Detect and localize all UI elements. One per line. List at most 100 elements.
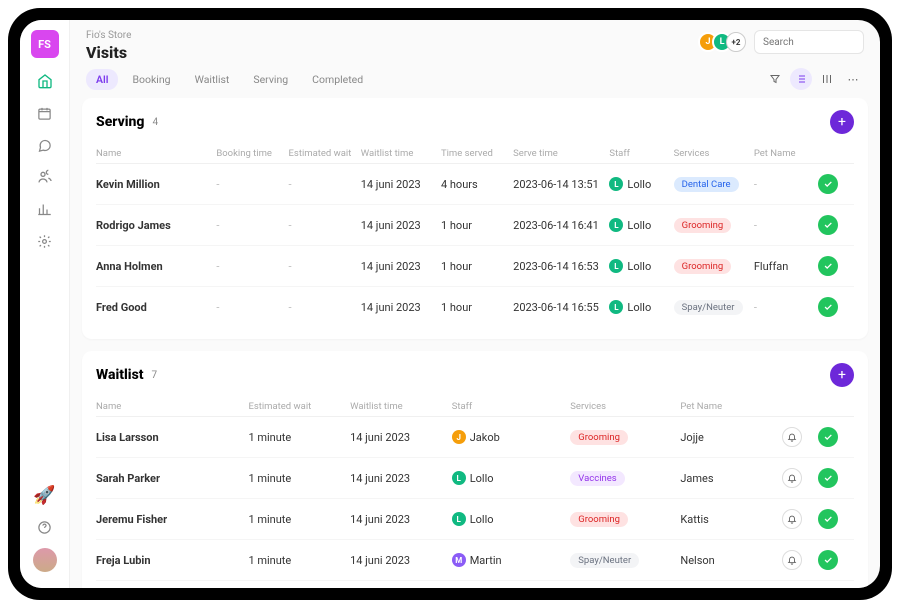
search-input[interactable]: [754, 30, 864, 54]
table-row[interactable]: Fred Good--14 juni 20231 hour2023-06-14 …: [96, 287, 854, 327]
staff-chip: JJakob: [452, 430, 571, 444]
confirm-button[interactable]: [818, 427, 838, 447]
serving-count: 4: [152, 117, 158, 128]
service-tag: Grooming: [674, 218, 732, 233]
cell: -: [289, 260, 361, 273]
notify-button[interactable]: [782, 509, 802, 529]
settings-icon[interactable]: [36, 232, 54, 250]
table-row[interactable]: Lisa Larsson1 minute14 juni 2023JJakobGr…: [96, 417, 854, 458]
table-row[interactable]: Sarah Parker1 minute14 juni 2023LLolloVa…: [96, 458, 854, 499]
cell: -: [754, 219, 818, 232]
cell: 2023-06-14 16:55: [513, 301, 609, 314]
cell: 14 juni 2023: [350, 513, 452, 526]
cell: Nelson: [680, 554, 782, 567]
notify-button[interactable]: [782, 427, 802, 447]
service-tag: Grooming: [674, 259, 732, 274]
rocket-icon[interactable]: 🚀: [33, 485, 55, 506]
notify-button[interactable]: [782, 550, 802, 570]
confirm-button[interactable]: [818, 509, 838, 529]
tab-booking[interactable]: Booking: [122, 69, 180, 90]
column-header: Time served: [441, 148, 513, 159]
column-header: Estimated wait: [289, 148, 361, 159]
cell: -: [289, 178, 361, 191]
store-logo[interactable]: FS: [31, 30, 59, 58]
filter-icon[interactable]: [764, 68, 786, 90]
staff-chip: MMartin: [452, 553, 571, 567]
cell: Lisa Larsson: [96, 431, 248, 444]
cell: 14 juni 2023: [361, 219, 441, 232]
staff-chip: LLollo: [609, 177, 673, 191]
column-header: Waitlist time: [350, 401, 452, 412]
table-row[interactable]: Anna Holmen--14 juni 20231 hour2023-06-1…: [96, 246, 854, 287]
cell: -: [289, 219, 361, 232]
column-header: [782, 401, 818, 412]
confirm-button[interactable]: [818, 174, 838, 194]
service-tag: Spay/Neuter: [570, 553, 639, 568]
column-header: Pet Name: [680, 401, 782, 412]
table-row[interactable]: Millton Sand1 minute14 juni 2023MMartinG…: [96, 581, 854, 588]
confirm-button[interactable]: [818, 256, 838, 276]
cell: James: [680, 472, 782, 485]
tab-all[interactable]: All: [86, 69, 118, 90]
more-icon[interactable]: ⋯: [842, 68, 864, 90]
table-row[interactable]: Rodrigo James--14 juni 20231 hour2023-06…: [96, 205, 854, 246]
column-header: Estimated wait: [248, 401, 350, 412]
confirm-button[interactable]: [818, 297, 838, 317]
board-view-icon[interactable]: [816, 68, 838, 90]
notify-button[interactable]: [782, 468, 802, 488]
confirm-button[interactable]: [818, 550, 838, 570]
cell: 1 hour: [441, 260, 513, 273]
column-header: Name: [96, 401, 248, 412]
confirm-button[interactable]: [818, 468, 838, 488]
column-header: Staff: [452, 401, 571, 412]
staff-chip: LLollo: [452, 512, 571, 526]
table-row[interactable]: Jeremu Fisher1 minute14 juni 2023LLolloG…: [96, 499, 854, 540]
cell: 1 minute: [248, 431, 350, 444]
add-waitlist-button[interactable]: +: [830, 363, 854, 387]
add-serving-button[interactable]: +: [830, 110, 854, 134]
cell: -: [216, 178, 288, 191]
tab-serving[interactable]: Serving: [243, 69, 298, 90]
column-header: Services: [570, 401, 680, 412]
cell: Jojje: [680, 431, 782, 444]
cell: Freja Lubin: [96, 554, 248, 567]
collaborator-overflow[interactable]: +2: [726, 32, 746, 52]
staff-chip: LLollo: [609, 218, 673, 232]
column-header: Booking time: [216, 148, 288, 159]
tab-waitlist[interactable]: Waitlist: [185, 69, 240, 90]
column-header: Pet Name: [754, 148, 818, 159]
cell: Sarah Parker: [96, 472, 248, 485]
cell: 1 hour: [441, 301, 513, 314]
cell: -: [216, 301, 288, 314]
column-header: Serve time: [513, 148, 609, 159]
staff-chip: LLollo: [609, 300, 673, 314]
calendar-icon[interactable]: [36, 104, 54, 122]
cell: 1 minute: [248, 472, 350, 485]
cell: 14 juni 2023: [350, 554, 452, 567]
tab-completed[interactable]: Completed: [302, 69, 373, 90]
analytics-icon[interactable]: [36, 200, 54, 218]
cell: 14 juni 2023: [350, 431, 452, 444]
user-avatar[interactable]: [33, 548, 57, 572]
cell: 14 juni 2023: [350, 472, 452, 485]
home-icon[interactable]: [36, 72, 54, 90]
service-tag: Grooming: [570, 512, 628, 527]
service-tag: Vaccines: [570, 471, 624, 486]
cell: 1 hour: [441, 219, 513, 232]
users-icon[interactable]: [36, 168, 54, 186]
table-row[interactable]: Freja Lubin1 minute14 juni 2023MMartinSp…: [96, 540, 854, 581]
help-icon[interactable]: [36, 518, 54, 536]
column-header: [818, 148, 854, 159]
cell: -: [216, 260, 288, 273]
staff-chip: LLollo: [609, 259, 673, 273]
column-header: Staff: [609, 148, 673, 159]
chat-icon[interactable]: [36, 136, 54, 154]
cell: -: [216, 219, 288, 232]
table-row[interactable]: Kevin Million--14 juni 20234 hours2023-0…: [96, 164, 854, 205]
cell: -: [289, 301, 361, 314]
collaborator-avatars[interactable]: JL+2: [698, 32, 746, 52]
cell: 4 hours: [441, 178, 513, 191]
cell: Anna Holmen: [96, 260, 216, 273]
list-view-icon[interactable]: [790, 68, 812, 90]
confirm-button[interactable]: [818, 215, 838, 235]
